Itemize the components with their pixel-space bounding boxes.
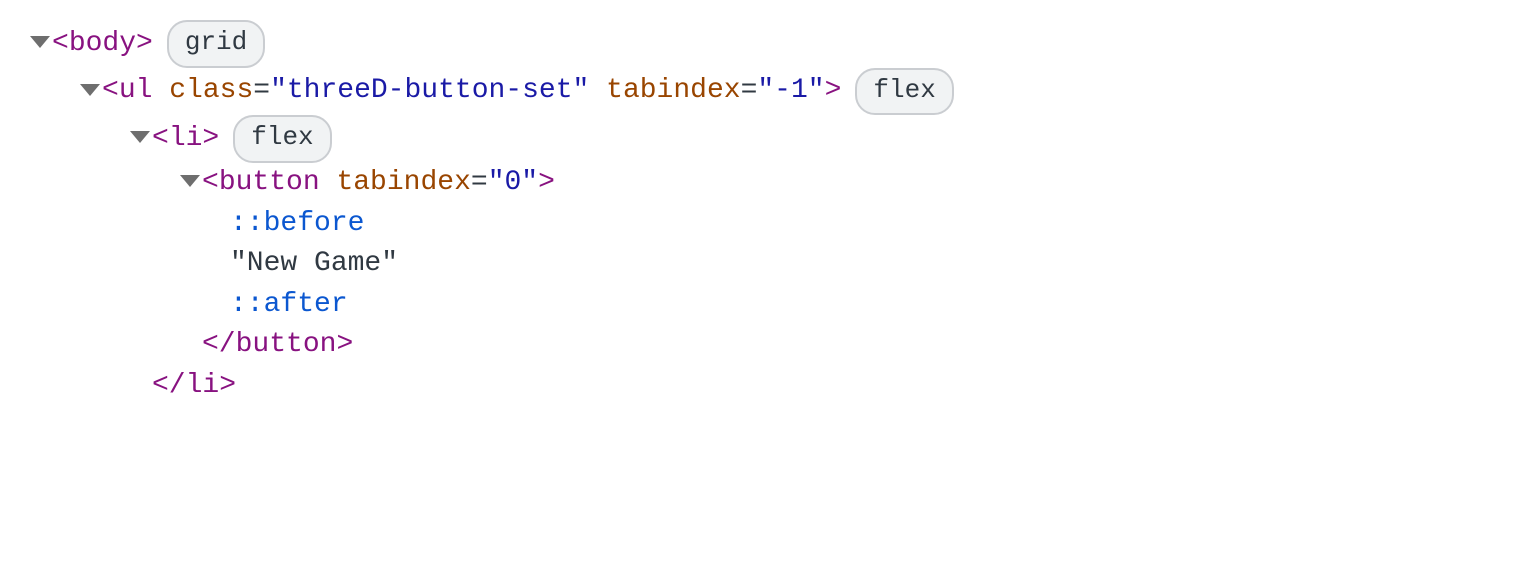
expand-arrow-icon[interactable] <box>180 175 200 187</box>
attr-eq: = <box>471 163 488 204</box>
layout-badge[interactable]: flex <box>233 115 331 163</box>
dom-node-li[interactable]: <li> flex <box>30 115 1496 163</box>
tag-name: button <box>236 325 337 366</box>
expand-arrow-icon[interactable] <box>130 131 150 143</box>
tag-open-punct: < <box>102 71 119 112</box>
tag-close-punct: > <box>825 71 842 112</box>
dom-close-button[interactable]: </button> <box>30 325 1496 366</box>
tag-open-punct: </ <box>152 366 186 407</box>
pseudo-element: ::before <box>230 204 364 245</box>
dom-node-ul[interactable]: <ul class="threeD-button-set" tabindex="… <box>30 68 1496 116</box>
layout-badge[interactable]: flex <box>855 68 953 116</box>
attr-name: class <box>169 71 253 112</box>
dom-node-body[interactable]: <body> grid <box>30 20 1496 68</box>
tag-open-punct: </ <box>202 325 236 366</box>
tag-name: li <box>169 119 203 160</box>
tag-name: body <box>69 24 136 65</box>
attr-eq: = <box>741 71 758 112</box>
tag-close-punct: > <box>336 325 353 366</box>
attr-value: "-1" <box>757 71 824 112</box>
dom-text-node[interactable]: "New Game" <box>30 244 1496 285</box>
expand-arrow-icon[interactable] <box>80 84 100 96</box>
tag-close-punct: > <box>202 119 219 160</box>
attr-name: tabindex <box>606 71 740 112</box>
tag-open-punct: < <box>202 163 219 204</box>
tag-close-punct: > <box>136 24 153 65</box>
attr-value: "0" <box>488 163 538 204</box>
tag-name: ul <box>119 71 153 112</box>
pseudo-element: ::after <box>230 285 348 326</box>
attr-name: tabindex <box>336 163 470 204</box>
tag-open-punct: < <box>52 24 69 65</box>
attr-eq: = <box>253 71 270 112</box>
attr-value: "threeD-button-set" <box>270 71 589 112</box>
dom-close-li[interactable]: </li> <box>30 366 1496 407</box>
tag-name: li <box>186 366 220 407</box>
tag-open-punct: < <box>152 119 169 160</box>
dom-pseudo-before[interactable]: ::before <box>30 204 1496 245</box>
tag-close-punct: > <box>219 366 236 407</box>
tag-name: button <box>219 163 320 204</box>
dom-node-button[interactable]: <button tabindex="0"> <box>30 163 1496 204</box>
dom-pseudo-after[interactable]: ::after <box>30 285 1496 326</box>
layout-badge[interactable]: grid <box>167 20 265 68</box>
text-content: "New Game" <box>230 244 398 285</box>
expand-arrow-icon[interactable] <box>30 36 50 48</box>
tag-close-punct: > <box>538 163 555 204</box>
